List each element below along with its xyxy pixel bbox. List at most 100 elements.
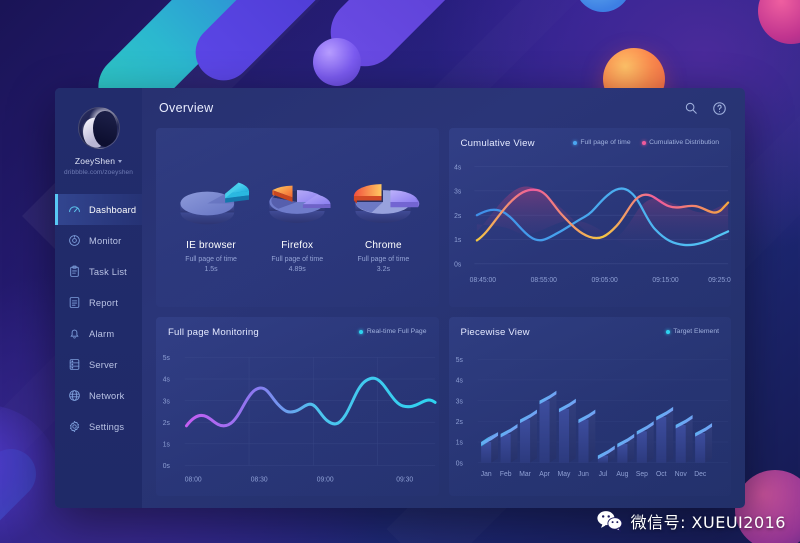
sidebar-item-label: Monitor	[89, 235, 122, 246]
dashboard-icon	[68, 203, 81, 216]
svg-text:Apr: Apr	[539, 471, 550, 478]
bar-jul	[597, 445, 615, 463]
sidebar-item-monitor[interactable]: Monitor	[55, 225, 142, 256]
bar-nov	[675, 415, 693, 463]
monitor-icon	[68, 234, 81, 247]
browser-sub: Full page of time	[271, 256, 324, 263]
sidebar-item-alarm[interactable]: Alarm	[55, 318, 142, 349]
legend-monitoring: Real-time Full Page	[359, 328, 427, 335]
legend-cumulative: Full page of time Cumulative Distributio…	[572, 139, 719, 146]
bar-apr	[539, 390, 556, 463]
svg-text:09:15:00: 09:15:00	[652, 277, 678, 284]
sidebar-item-settings[interactable]: Settings	[55, 411, 142, 442]
svg-text:4s: 4s	[455, 377, 463, 384]
svg-text:2s: 2s	[455, 419, 463, 426]
bars	[480, 390, 712, 463]
legend-label: Full page of time	[580, 139, 631, 146]
cumulative-chart: 4s 3s 2s 1s 0s 08:45:00 08:55:00 09:05:0…	[449, 154, 731, 307]
svg-text:09:25:00: 09:25:00	[708, 277, 731, 284]
x-axis-labels: 08:00 08:30 09:00 09:30	[185, 476, 413, 483]
svg-text:0s: 0s	[455, 460, 463, 467]
monitoring-chart: 5s 4s 3s 2s 1s 0s 08:00 08:30 09:00 09:30	[156, 343, 439, 496]
svg-text:Feb: Feb	[499, 471, 511, 478]
svg-text:Sep: Sep	[635, 471, 647, 478]
legend-item[interactable]: Real-time Full Page	[359, 328, 427, 335]
browser-item-ie[interactable]: IE browser Full page of time 1.5s	[168, 166, 253, 273]
sidebar-item-label: Server	[89, 359, 118, 370]
globe-icon	[68, 389, 81, 402]
svg-text:08:00: 08:00	[185, 476, 202, 483]
gear-icon	[68, 420, 81, 433]
watermark: 微信号: XUEUI2016	[596, 509, 786, 533]
wechat-icon	[596, 510, 623, 533]
svg-text:2s: 2s	[454, 213, 462, 220]
svg-text:1s: 1s	[455, 440, 463, 447]
profile-url: dribbble.com/zoeyshen	[64, 169, 133, 176]
legend-item[interactable]: Target Element	[665, 328, 719, 335]
browser-item-firefox[interactable]: Firefox Full page of time 4.89s	[255, 166, 340, 273]
sidebar-item-label: Network	[89, 390, 125, 401]
svg-text:4s: 4s	[454, 164, 462, 171]
bell-icon	[68, 327, 81, 340]
svg-text:5s: 5s	[163, 355, 171, 362]
dashboard-grid: IE browser Full page of time 1.5s Firefo…	[142, 128, 745, 508]
series-real-time-full-page	[185, 376, 437, 428]
svg-text:3s: 3s	[454, 188, 462, 195]
sidebar-item-label: Settings	[89, 421, 125, 432]
svg-text:1s: 1s	[163, 441, 171, 448]
chevron-down-icon	[118, 159, 123, 163]
legend-item[interactable]: Cumulative Distribution	[641, 139, 719, 146]
bar-oct	[655, 406, 673, 463]
legend-piecewise: Target Element	[665, 328, 719, 335]
dashboard-window: ZoeyShen dribbble.com/zoeyshen Dashboard	[55, 88, 745, 508]
sidebar-item-network[interactable]: Network	[55, 380, 142, 411]
main-area: Overview IE browser Full page of time 1.…	[142, 88, 745, 508]
svg-text:08:30: 08:30	[251, 476, 268, 483]
legend-label: Cumulative Distribution	[649, 139, 719, 146]
user-profile[interactable]: ZoeyShen dribbble.com/zoeyshen	[55, 101, 142, 186]
legend-dot-icon	[572, 140, 577, 145]
bar-dec	[694, 423, 712, 463]
topbar: Overview	[142, 88, 745, 128]
svg-text:Mar: Mar	[519, 471, 531, 478]
svg-text:Dec: Dec	[694, 471, 707, 478]
topbar-actions	[684, 101, 727, 116]
username-label: ZoeyShen	[74, 156, 116, 166]
pie-chart-chrome	[341, 166, 426, 238]
bar-feb	[500, 424, 518, 463]
browser-sub: Full page of time	[185, 256, 237, 263]
search-icon[interactable]	[684, 101, 698, 115]
username-row[interactable]: ZoeyShen	[57, 156, 140, 166]
clipboard-icon	[68, 265, 81, 278]
x-axis-labels: 08:45:00 08:55:00 09:05:00 09:15:00 09:2…	[469, 277, 731, 284]
browser-value: 1.5s	[204, 266, 218, 273]
bar-aug	[616, 433, 634, 463]
y-axis-labels: 4s 3s 2s 1s 0s	[454, 164, 462, 268]
gridlines	[184, 357, 436, 466]
watermark-text: 微信号: XUEUI2016	[630, 513, 786, 532]
svg-text:08:45:00: 08:45:00	[469, 277, 495, 284]
svg-text:0s: 0s	[163, 463, 171, 470]
piecewise-chart: 5s 4s 3s 2s 1s 0s Jan Feb Mar Apr May Ju…	[449, 343, 732, 496]
card-piecewise-view: Piecewise View Target Element 5s 4s 3s 2…	[448, 317, 732, 496]
sidebar-item-report[interactable]: Report	[55, 287, 142, 318]
browser-item-chrome[interactable]: Chrome Full page of time 3.2s	[341, 166, 426, 273]
sidebar-item-label: Alarm	[89, 328, 115, 339]
browser-name: Chrome	[364, 240, 402, 251]
svg-text:4s: 4s	[163, 377, 171, 384]
sidebar-item-dashboard[interactable]: Dashboard	[55, 194, 142, 225]
legend-dot-icon	[665, 329, 670, 334]
legend-label: Target Element	[673, 328, 719, 335]
svg-text:09:00: 09:00	[317, 476, 334, 483]
bar-mar	[519, 409, 537, 463]
card-cumulative-view: Cumulative View Full page of time Cumula…	[448, 128, 731, 307]
report-icon	[68, 296, 81, 309]
help-circle-icon[interactable]	[712, 101, 727, 116]
legend-item[interactable]: Full page of time	[572, 139, 631, 146]
browser-sub: Full page of time	[357, 256, 410, 263]
bar-jun	[577, 409, 595, 463]
browser-pies: IE browser Full page of time 1.5s Firefo…	[168, 138, 427, 299]
svg-text:2s: 2s	[163, 420, 171, 427]
sidebar-item-server[interactable]: Server	[55, 349, 142, 380]
sidebar-item-task-list[interactable]: Task List	[55, 256, 142, 287]
